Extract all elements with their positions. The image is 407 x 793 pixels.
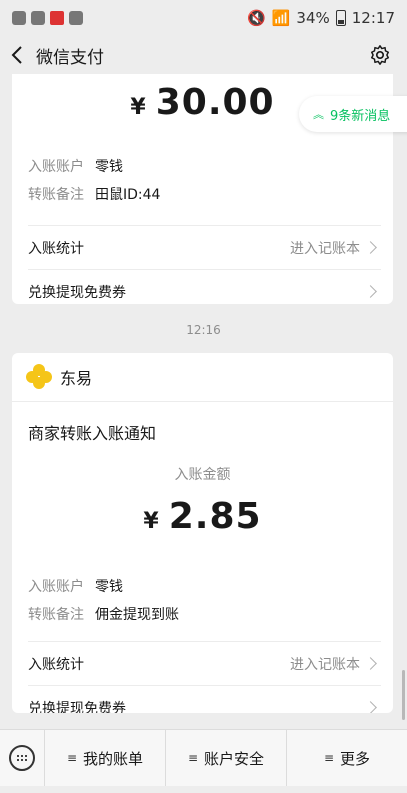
currency-symbol: ¥: [143, 509, 159, 534]
nav-bar: 微信支付: [0, 36, 407, 74]
merchant-header[interactable]: 东易: [12, 353, 393, 402]
chevron-right-icon: [364, 241, 377, 254]
menu-label: 我的账单: [83, 749, 144, 768]
page-title: 微信支付: [36, 47, 104, 68]
chevron-right-icon: [364, 701, 377, 713]
currency-symbol: ¥: [130, 95, 146, 120]
menu-label: 账户安全: [204, 749, 265, 768]
settings-button[interactable]: [367, 42, 393, 68]
menu-account-security[interactable]: ≡ 账户安全: [166, 730, 287, 786]
detail-row-account: 入账账户 零钱: [12, 153, 393, 181]
mute-icon: 🔇: [247, 9, 266, 27]
merchant-name: 东易: [60, 369, 93, 388]
detail-row-account: 入账账户 零钱: [12, 573, 393, 601]
back-button[interactable]: [2, 40, 32, 70]
chevron-right-icon: [364, 657, 377, 670]
status-bar: 🔇 📶 34% 12:17: [0, 0, 407, 36]
coupon-label: 兑换提现免费券: [28, 284, 126, 301]
clock: 12:17: [351, 9, 395, 27]
detail-value: 零钱: [95, 159, 123, 175]
detail-value: 田鼠ID:44: [95, 187, 161, 203]
coupon-row[interactable]: 兑换提现免费券: [28, 685, 381, 713]
transfer-card-2: 东易 商家转账入账通知 入账金额 ¥ 2.85 入账账户 零钱 转账备注 佣金提…: [12, 353, 393, 713]
notice-title: 商家转账入账通知: [28, 424, 157, 443]
detail-label: 入账账户: [28, 159, 84, 175]
signal-icon: 📶: [271, 9, 291, 27]
bottom-menu-bar: ≡ 我的账单 ≡ 账户安全 ≡ 更多: [0, 729, 407, 786]
detail-value: 佣金提现到账: [95, 607, 179, 623]
detail-label: 转账备注: [28, 607, 84, 623]
new-messages-button[interactable]: ︽ 9条新消息: [299, 96, 407, 132]
message-app-icon: [69, 11, 83, 25]
menu-my-bill[interactable]: ≡ 我的账单: [45, 730, 166, 786]
chevron-right-icon: [364, 285, 377, 298]
chevron-left-icon: [11, 46, 22, 64]
coupon-label: 兑换提现免费券: [28, 700, 126, 714]
keyboard-icon: [9, 745, 35, 771]
menu-lines-icon: ≡: [323, 751, 335, 765]
detail-row-remark: 转账备注 田鼠ID:44: [12, 181, 393, 209]
detail-value: 零钱: [95, 579, 123, 595]
gear-icon: [371, 45, 389, 65]
double-chevron-up-icon: ︽: [313, 107, 324, 121]
amount-display: ¥ 2.85: [12, 496, 393, 537]
amount-value: 2.85: [168, 496, 262, 537]
stats-row[interactable]: 入账统计 进入记账本: [28, 641, 381, 685]
video-app-icon: [50, 11, 64, 25]
app-icon: [31, 11, 45, 25]
ledger-link[interactable]: 进入记账本: [290, 654, 360, 674]
stats-row[interactable]: 入账统计 进入记账本: [28, 225, 381, 269]
battery-percent: 34%: [296, 9, 330, 27]
new-messages-label: 9条新消息: [330, 108, 391, 124]
stats-label: 入账统计: [28, 656, 84, 673]
amount-label: 入账金额: [174, 467, 231, 483]
keyboard-toggle-button[interactable]: [0, 730, 45, 786]
merchant-logo-icon: [26, 364, 52, 390]
detail-label: 转账备注: [28, 187, 84, 203]
battery-icon: [335, 10, 346, 26]
notification-icon: [12, 11, 26, 25]
detail-row-remark: 转账备注 佣金提现到账: [12, 601, 393, 629]
stats-label: 入账统计: [28, 240, 84, 257]
coupon-row[interactable]: 兑换提现免费券: [28, 269, 381, 304]
scrollbar[interactable]: [402, 670, 405, 720]
menu-lines-icon: ≡: [187, 751, 199, 765]
menu-lines-icon: ≡: [66, 751, 78, 765]
menu-more[interactable]: ≡ 更多: [287, 730, 407, 786]
menu-label: 更多: [340, 749, 371, 768]
detail-label: 入账账户: [28, 579, 84, 595]
message-timestamp: 12:16: [186, 323, 221, 337]
ledger-link[interactable]: 进入记账本: [290, 238, 360, 258]
amount-value: 30.00: [155, 82, 275, 123]
